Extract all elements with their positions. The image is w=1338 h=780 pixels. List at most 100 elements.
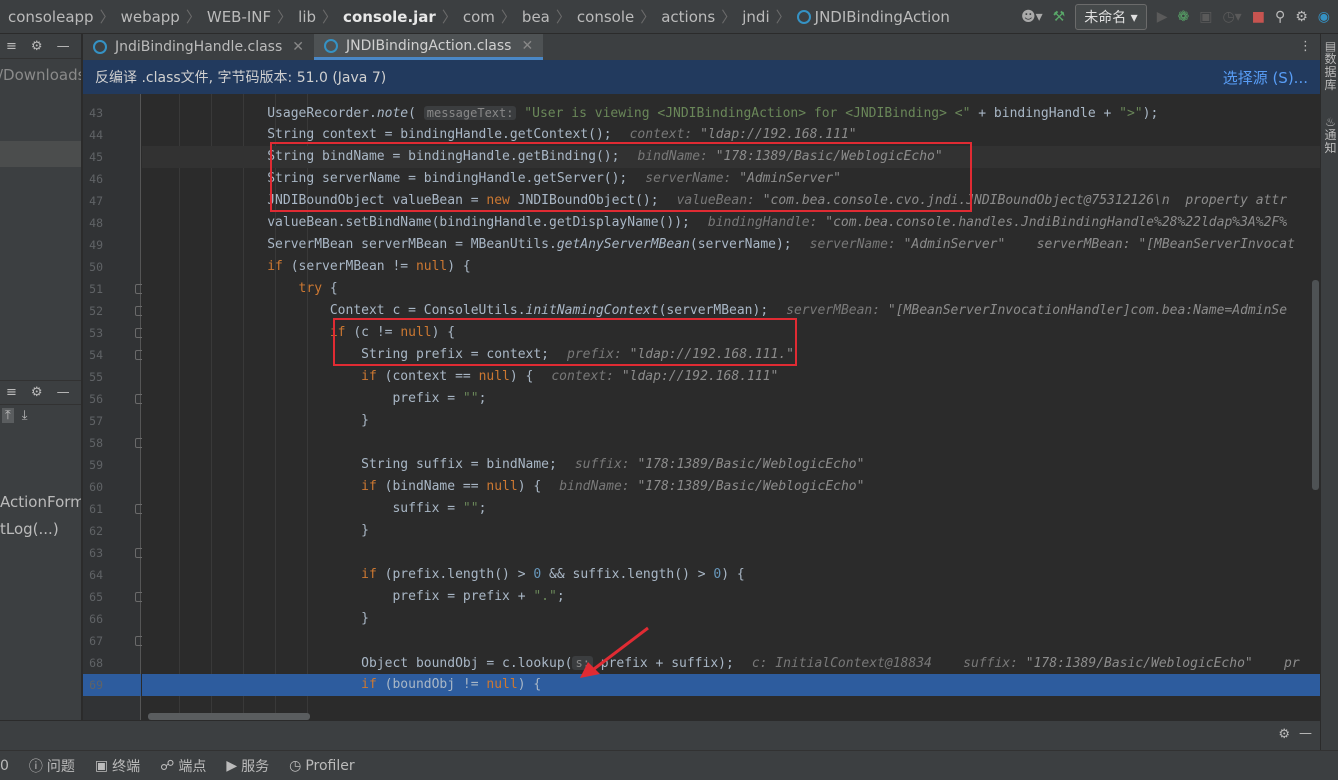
line-number[interactable]: 57 [83, 414, 103, 428]
breadcrumb-item[interactable]: webapp [121, 8, 180, 26]
tool-button-0[interactable]: 0 [0, 758, 9, 774]
line-number[interactable]: 46 [83, 172, 103, 186]
breadcrumb-item[interactable]: consoleapp [8, 8, 94, 26]
line-number[interactable]: 56 [83, 392, 103, 406]
line-number[interactable]: 66 [83, 612, 103, 626]
code-line[interactable]: if (prefix.length() > 0 && suffix.length… [142, 564, 1320, 586]
breadcrumb-item[interactable]: jndi [742, 8, 769, 26]
gear-icon[interactable]: ⚙ [1278, 727, 1290, 742]
code-line[interactable]: try { [142, 278, 1320, 300]
code-line[interactable]: prefix = prefix + "."; [142, 586, 1320, 608]
minimize-icon[interactable]: — [57, 39, 70, 54]
code-line[interactable]: } [142, 608, 1320, 630]
tool-button-terminal[interactable]: ▣ 终端 [95, 756, 140, 776]
code-line[interactable]: prefix = ""; [142, 388, 1320, 410]
code-line[interactable]: valueBean.setBindName(bindingHandle.getD… [142, 212, 1320, 234]
code-line[interactable]: UsageRecorder.note( messageText: "User i… [142, 102, 1320, 124]
breadcrumb-item[interactable]: console [577, 8, 634, 26]
code-line[interactable]: if (bindName == null) {bindName: "178:13… [142, 476, 1320, 498]
horizontal-scrollbar[interactable] [148, 713, 310, 720]
coverage-icon[interactable]: ▣ [1199, 9, 1212, 25]
stop-icon[interactable]: ■ [1252, 9, 1265, 25]
line-number[interactable]: 53 [83, 326, 103, 340]
tool-button-problems[interactable]: ⓘ 问题 [29, 756, 75, 776]
build-hammer-icon[interactable]: ⚒ [1053, 9, 1066, 25]
selected-tree-row[interactable] [0, 141, 81, 167]
code-line[interactable] [142, 542, 1320, 564]
line-gutter[interactable]: 43 44 45 46 47 48 49 50 51 52 53 54 55 56 57 58 59 60 61 62… [83, 94, 144, 720]
code-line[interactable]: Object boundObj = c.lookup(s: prefix + s… [142, 652, 1320, 674]
line-number[interactable]: 47 [83, 194, 103, 208]
line-number[interactable]: 69 [83, 678, 103, 692]
line-number[interactable]: 55 [83, 370, 103, 384]
minimize-icon[interactable]: — [57, 385, 70, 400]
line-number[interactable]: 48 [83, 216, 103, 230]
line-number[interactable]: 63 [83, 546, 103, 560]
step-up-icon[interactable]: ⤒ [2, 408, 14, 423]
line-number[interactable]: 43 [83, 106, 103, 120]
breadcrumb-item[interactable]: com [463, 8, 495, 26]
breadcrumb-item[interactable]: console.jar [343, 8, 436, 26]
line-number[interactable]: 68 [83, 656, 103, 670]
plugin-icon[interactable]: ◉ [1318, 9, 1330, 25]
line-number[interactable]: 59 [83, 458, 103, 472]
breadcrumb-item[interactable]: actions [661, 8, 715, 26]
search-icon[interactable]: ⚲ [1275, 9, 1285, 25]
code-line[interactable]: if (boundObj != null) { [142, 674, 1320, 696]
annotation-arrow-icon [580, 626, 649, 678]
collapse-icon[interactable]: ≡ [6, 385, 17, 400]
more-tabs-icon[interactable]: ⋮ [1291, 34, 1320, 60]
run-config-select[interactable]: 未命名 ▾ [1075, 4, 1147, 30]
line-number[interactable]: 61 [83, 502, 103, 516]
code-line[interactable] [142, 432, 1320, 454]
vertical-scrollbar[interactable] [1312, 280, 1319, 490]
breadcrumb-item[interactable]: bea [522, 8, 550, 26]
tab-jndibindingaction[interactable]: JNDIBindingAction.class ✕ [314, 34, 544, 60]
line-number[interactable]: 49 [83, 238, 103, 252]
line-number[interactable]: 45 [83, 150, 103, 164]
breadcrumb-item[interactable]: JNDIBindingAction [796, 8, 950, 26]
code-line[interactable]: if (serverMBean != null) { [142, 256, 1320, 278]
code-line[interactable]: } [142, 410, 1320, 432]
step-down-icon[interactable]: ⤓ [22, 408, 28, 423]
line-number[interactable]: 65 [83, 590, 103, 604]
tool-button-endpoints[interactable]: ☍ 端点 [160, 756, 206, 776]
line-number[interactable]: 44 [83, 128, 103, 142]
debug-icon[interactable]: ❁ [1178, 9, 1190, 25]
line-number[interactable]: 54 [83, 348, 103, 362]
tool-button-profiler[interactable]: ◷ Profiler [289, 758, 355, 774]
line-number[interactable]: 58 [83, 436, 103, 450]
minimize-icon[interactable]: — [1299, 726, 1312, 741]
database-tool-button[interactable]: ▤ 数据库 [1324, 40, 1337, 92]
line-number[interactable]: 64 [83, 568, 103, 582]
frame-item[interactable]: ActionForm, [0, 493, 81, 511]
code-line[interactable]: String suffix = bindName; suffix: "178:13… [142, 454, 1320, 476]
settings-gear-icon[interactable]: ⚙ [1295, 9, 1308, 25]
breadcrumb-item[interactable]: lib [298, 8, 316, 26]
run-icon[interactable]: ▶ [1157, 9, 1168, 25]
line-number[interactable]: 67 [83, 634, 103, 648]
tool-button-services[interactable]: ▶ 服务 [226, 756, 269, 776]
code-line[interactable]: } [142, 520, 1320, 542]
frame-item[interactable]: tLog(...) [0, 520, 59, 538]
notifications-tool-button[interactable]: ♨ 通知 [1324, 116, 1337, 155]
breadcrumb-item[interactable]: WEB-INF [207, 8, 271, 26]
collapse-icon[interactable]: ≡ [6, 39, 17, 54]
line-number[interactable]: 60 [83, 480, 103, 494]
line-number[interactable]: 50 [83, 260, 103, 274]
line-number[interactable]: 62 [83, 524, 103, 538]
line-number[interactable]: 52 [83, 304, 103, 318]
gear-icon[interactable]: ⚙ [31, 39, 43, 54]
close-icon[interactable]: ✕ [521, 38, 533, 54]
code-line[interactable] [142, 630, 1320, 652]
user-icon[interactable]: ☻▾ [1021, 9, 1043, 25]
code-line[interactable]: suffix = ""; [142, 498, 1320, 520]
code-line[interactable]: ServerMBean serverMBean = MBeanUtils.get… [142, 234, 1320, 256]
tab-jndibindinghandle[interactable]: JndiBindingHandle.class ✕ [83, 34, 314, 60]
profile-icon[interactable]: ◷▾ [1222, 9, 1241, 25]
code-line[interactable]: if (context == null) {context: "ldap://1… [142, 366, 1320, 388]
gear-icon[interactable]: ⚙ [31, 385, 43, 400]
line-number[interactable]: 51 [83, 282, 103, 296]
close-icon[interactable]: ✕ [292, 39, 304, 55]
choose-source-link[interactable]: 选择源 (S)... [1223, 67, 1308, 88]
